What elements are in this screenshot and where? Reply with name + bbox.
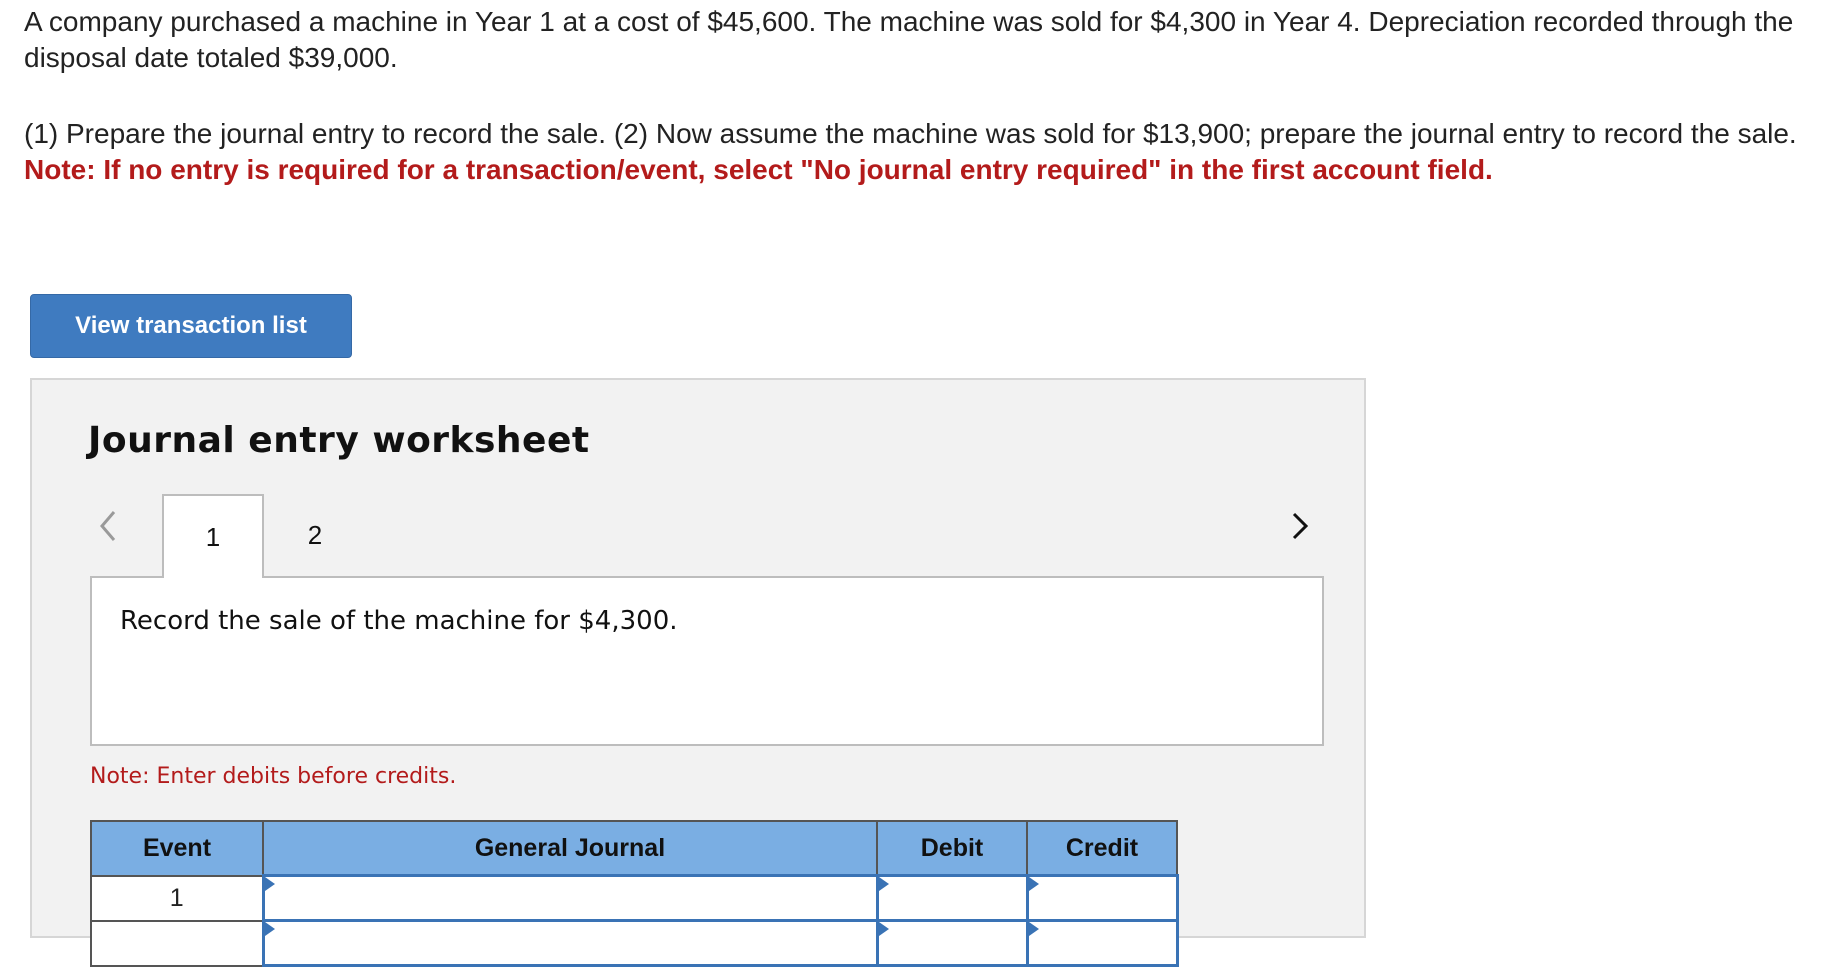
problem-paragraph-2: (1) Prepare the journal entry to record … <box>24 118 1797 149</box>
table-header-row: Event General Journal Debit Credit <box>90 820 1178 877</box>
debit-input[interactable] <box>875 874 1029 922</box>
header-credit: Credit <box>1026 820 1178 877</box>
tab-2[interactable]: 2 <box>264 494 366 576</box>
transaction-description-box: Record the sale of the machine for $4,30… <box>90 576 1324 746</box>
problem-statement: A company purchased a machine in Year 1 … <box>24 4 1814 188</box>
transaction-description: Record the sale of the machine for $4,30… <box>120 606 678 636</box>
table-row: 1 <box>90 874 1179 922</box>
account-select[interactable] <box>261 874 879 922</box>
event-cell: 1 <box>90 874 264 922</box>
header-debit: Debit <box>876 820 1028 877</box>
debit-input[interactable] <box>875 919 1029 967</box>
general-journal-table: Event General Journal Debit Credit 1 <box>90 820 1179 967</box>
chevron-left-icon[interactable] <box>90 506 126 546</box>
credit-input[interactable] <box>1025 919 1179 967</box>
tab-1[interactable]: 1 <box>162 494 264 578</box>
credit-input[interactable] <box>1025 874 1179 922</box>
account-select[interactable] <box>261 919 879 967</box>
event-cell <box>90 919 264 967</box>
worksheet-note: Note: Enter debits before credits. <box>90 764 457 789</box>
view-transaction-list-button[interactable]: View transaction list <box>30 294 352 358</box>
chevron-right-icon[interactable] <box>1282 506 1318 546</box>
header-event: Event <box>90 820 264 877</box>
header-general-journal: General Journal <box>262 820 878 877</box>
worksheet-title: Journal entry worksheet <box>88 420 590 461</box>
problem-paragraph-1: A company purchased a machine in Year 1 … <box>24 6 1794 73</box>
problem-note: Note: If no entry is required for a tran… <box>24 154 1493 185</box>
table-row <box>90 919 1179 967</box>
journal-entry-worksheet: Journal entry worksheet 1 2 Record the s… <box>30 378 1366 967</box>
